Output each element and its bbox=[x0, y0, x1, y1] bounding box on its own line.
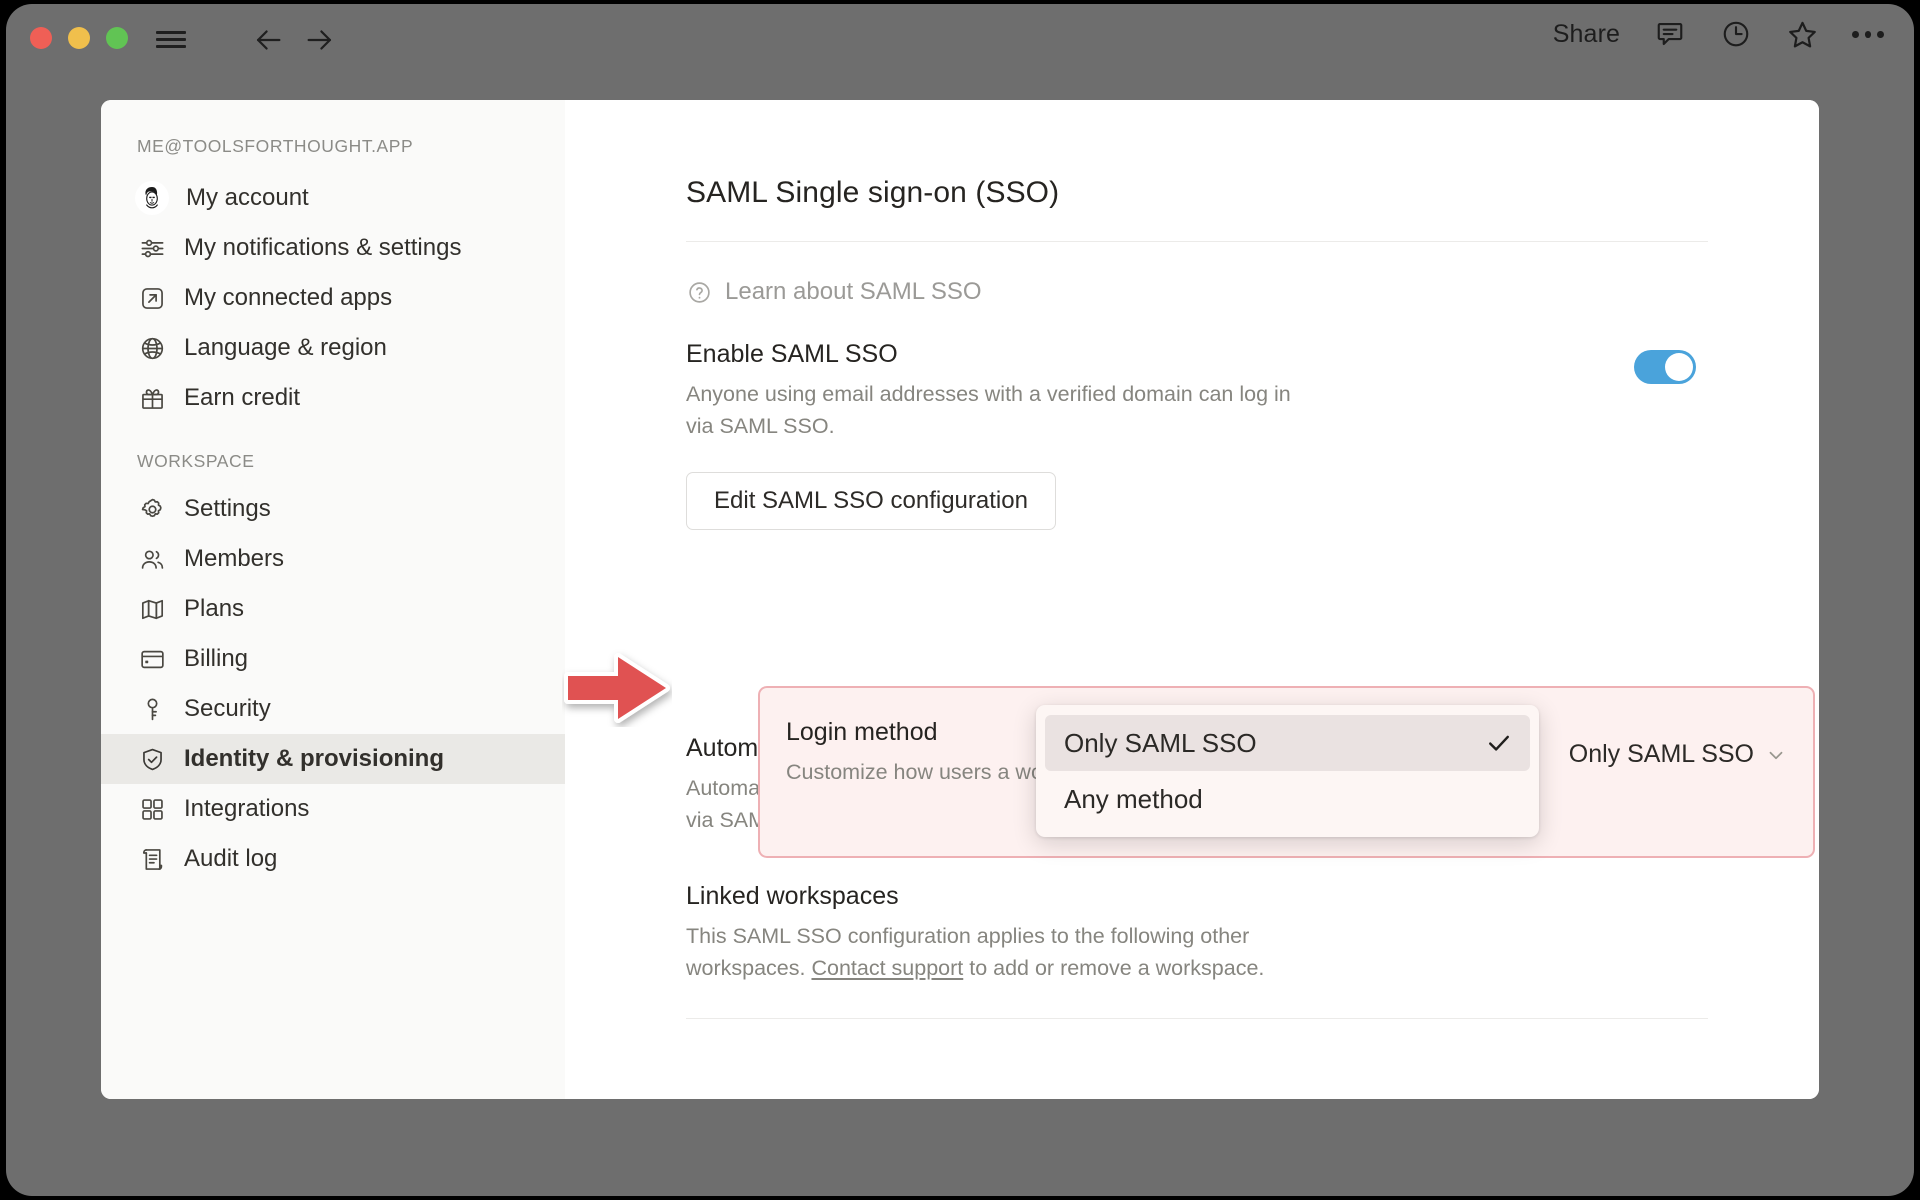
login-method-dropdown-menu[interactable]: Only SAML SSO Any method bbox=[1036, 705, 1539, 837]
sidebar-item-settings[interactable]: Settings bbox=[101, 484, 565, 534]
dropdown-option-any-method[interactable]: Any method bbox=[1045, 771, 1530, 827]
external-link-icon bbox=[137, 283, 167, 313]
sidebar-item-members[interactable]: Members bbox=[101, 534, 565, 584]
shield-check-icon bbox=[137, 744, 167, 774]
gift-icon bbox=[137, 383, 167, 413]
star-icon[interactable] bbox=[1786, 18, 1818, 50]
title-divider bbox=[686, 241, 1708, 242]
sliders-icon bbox=[137, 233, 167, 263]
grid-icon bbox=[137, 794, 167, 824]
minimize-window-button[interactable] bbox=[68, 27, 90, 49]
sidebar-account-header: ME@TOOLSFORTHOUGHT.APP bbox=[137, 136, 414, 156]
sidebar-item-earn-credit[interactable]: Earn credit bbox=[101, 373, 565, 423]
gear-icon bbox=[137, 494, 167, 524]
linked-desc-part2: to add or remove a workspace. bbox=[963, 956, 1265, 980]
chevron-down-icon bbox=[1765, 744, 1787, 766]
hamburger-icon[interactable] bbox=[154, 22, 188, 56]
map-icon bbox=[137, 594, 167, 624]
settings-panel: ME@TOOLSFORTHOUGHT.APP My account My not… bbox=[101, 100, 1819, 1099]
sidebar-item-label: Members bbox=[184, 545, 285, 572]
sidebar-item-my-notifications-settings[interactable]: My notifications & settings bbox=[101, 223, 565, 273]
linked-workspaces-setting: Linked workspaces This SAML SSO configur… bbox=[686, 882, 1708, 1019]
check-icon bbox=[1485, 729, 1513, 757]
enable-saml-sso-setting: Enable SAML SSO Anyone using email addre… bbox=[686, 340, 1708, 530]
sidebar-item-label: Identity & provisioning bbox=[184, 745, 445, 772]
sidebar-item-integrations[interactable]: Integrations bbox=[101, 784, 565, 834]
app-window: Share ME@TOOLSFORTHOUGHT.APP My account … bbox=[6, 4, 1914, 1196]
people-icon bbox=[137, 544, 167, 574]
bottom-divider bbox=[686, 1018, 1708, 1019]
sidebar-item-plans[interactable]: Plans bbox=[101, 584, 565, 634]
sidebar-item-label: Security bbox=[184, 695, 271, 722]
linked-workspaces-title: Linked workspaces bbox=[686, 882, 899, 910]
globe-icon bbox=[137, 333, 167, 363]
avatar bbox=[135, 181, 169, 215]
sidebar-item-label: My notifications & settings bbox=[184, 234, 462, 261]
more-options-icon[interactable] bbox=[1852, 18, 1885, 50]
sidebar-item-label: Earn credit bbox=[184, 384, 301, 411]
enable-sso-description: Anyone using email addresses with a veri… bbox=[686, 382, 1291, 438]
sidebar-item-label: Language & region bbox=[184, 334, 387, 361]
back-arrow-icon[interactable] bbox=[250, 22, 286, 58]
enable-sso-title: Enable SAML SSO bbox=[686, 340, 898, 368]
dropdown-option-only-saml-sso[interactable]: Only SAML SSO bbox=[1045, 715, 1530, 771]
sidebar-item-security[interactable]: Security bbox=[101, 684, 565, 734]
learn-link-label: Learn about SAML SSO bbox=[725, 278, 982, 305]
contact-support-link[interactable]: Contact support bbox=[811, 956, 963, 980]
titlebar: Share bbox=[6, 4, 1914, 80]
sidebar-item-my-connected-apps[interactable]: My connected apps bbox=[101, 273, 565, 323]
history-clock-icon[interactable] bbox=[1720, 18, 1752, 50]
close-window-button[interactable] bbox=[30, 27, 52, 49]
enable-sso-toggle[interactable] bbox=[1634, 350, 1696, 384]
credit-card-icon bbox=[137, 644, 167, 674]
learn-about-saml-sso-link[interactable]: Learn about SAML SSO bbox=[686, 278, 982, 306]
maximize-window-button[interactable] bbox=[106, 27, 128, 49]
login-method-select[interactable]: Only SAML SSO bbox=[1569, 740, 1787, 769]
sidebar-item-label: Billing bbox=[184, 645, 249, 672]
comment-icon[interactable] bbox=[1654, 18, 1686, 50]
edit-saml-sso-configuration-button[interactable]: Edit SAML SSO configuration bbox=[686, 472, 1056, 530]
question-circle-icon bbox=[686, 279, 712, 305]
scroll-icon bbox=[137, 844, 167, 874]
settings-main-content: SAML Single sign-on (SSO) Learn about SA… bbox=[565, 100, 1819, 1099]
titlebar-actions: Share bbox=[1553, 18, 1885, 50]
login-method-selected-value: Only SAML SSO bbox=[1568, 740, 1754, 768]
forward-arrow-icon[interactable] bbox=[302, 22, 338, 58]
dropdown-option-label: Only SAML SSO bbox=[1064, 727, 1257, 758]
page-title: SAML Single sign-on (SSO) bbox=[686, 176, 1060, 209]
sidebar-item-audit-log[interactable]: Audit log bbox=[101, 834, 565, 884]
sidebar-item-label: Plans bbox=[184, 595, 245, 622]
sidebar-item-my-account[interactable]: My account bbox=[101, 173, 565, 223]
sidebar-item-billing[interactable]: Billing bbox=[101, 634, 565, 684]
linked-workspaces-description: This SAML SSO configuration applies to t… bbox=[686, 920, 1296, 984]
sidebar-item-label: Settings bbox=[184, 495, 271, 522]
sidebar-item-label: Integrations bbox=[184, 795, 310, 822]
settings-sidebar: ME@TOOLSFORTHOUGHT.APP My account My not… bbox=[101, 100, 565, 1099]
sidebar-item-label: My connected apps bbox=[184, 284, 393, 311]
key-icon bbox=[137, 694, 167, 724]
dropdown-option-label: Any method bbox=[1064, 783, 1203, 814]
share-button[interactable]: Share bbox=[1553, 20, 1620, 49]
sidebar-workspace-header: WORKSPACE bbox=[137, 451, 255, 471]
sidebar-item-label: Audit log bbox=[184, 845, 278, 872]
sidebar-item-language-region[interactable]: Language & region bbox=[101, 323, 565, 373]
sidebar-item-identity-provisioning[interactable]: Identity & provisioning bbox=[101, 734, 565, 784]
sidebar-item-label: My account bbox=[186, 184, 309, 211]
